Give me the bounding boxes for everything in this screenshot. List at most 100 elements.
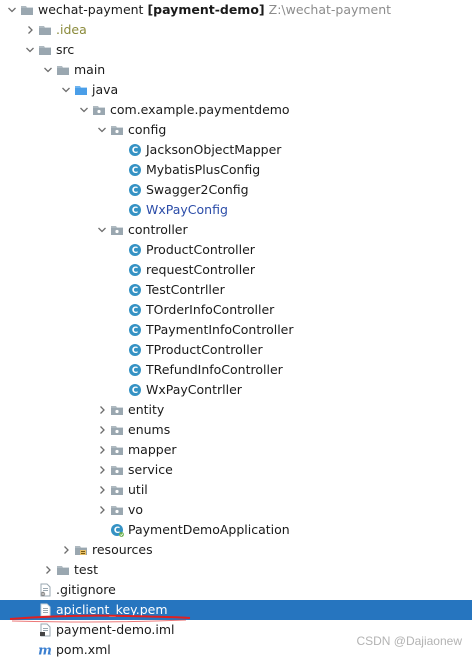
tree-node-label: test: [74, 562, 99, 577]
tree-node-trefundinfocontroller[interactable]: C TRefundInfoController: [0, 360, 472, 380]
package-icon: [92, 103, 106, 117]
spring-boot-class-icon: C: [110, 523, 124, 537]
tree-node-test[interactable]: test: [0, 560, 472, 580]
tree-node-mapper[interactable]: mapper: [0, 440, 472, 460]
chevron-down-icon[interactable]: [6, 0, 18, 20]
tree-node-label: pom.xml: [56, 642, 111, 657]
tree-node-tproductcontroller[interactable]: C TProductController: [0, 340, 472, 360]
tree-node-label: main: [74, 62, 106, 77]
java-class-icon: C: [128, 183, 142, 197]
chevron-down-icon[interactable]: [60, 80, 72, 100]
tree-node-label: WxPayConfig: [146, 202, 228, 217]
tree-node-gitignore[interactable]: .gitignore: [0, 580, 472, 600]
chevron-down-icon[interactable]: [96, 220, 108, 240]
tree-node-label: TProductController: [146, 342, 263, 357]
folder-icon: [56, 63, 70, 77]
tree-node-paymentdemoapplication[interactable]: C PaymentDemoApplication: [0, 520, 472, 540]
tree-node-swagger2config[interactable]: C Swagger2Config: [0, 180, 472, 200]
tree-node-label: resources: [92, 542, 153, 557]
chevron-down-icon[interactable]: [96, 120, 108, 140]
tree-node-label: com.example.paymentdemo: [110, 102, 290, 117]
svg-text:C: C: [132, 386, 138, 396]
tree-node-idea[interactable]: .idea: [0, 20, 472, 40]
tree-node-label: JacksonObjectMapper: [146, 142, 282, 157]
project-root-label: wechat-payment [payment-demo] Z:\wechat-…: [38, 0, 391, 20]
svg-text:m: m: [38, 644, 52, 658]
chevron-right-icon[interactable]: [96, 440, 108, 460]
tree-node-label: mapper: [128, 442, 177, 457]
folder-icon: [38, 23, 52, 37]
java-class-icon: C: [128, 263, 142, 277]
java-class-icon: C: [128, 303, 142, 317]
tree-node-mybatisplusconfig[interactable]: C MybatisPlusConfig: [0, 160, 472, 180]
java-class-icon: C: [128, 343, 142, 357]
tree-node-label: MybatisPlusConfig: [146, 162, 261, 177]
tree-node-vo[interactable]: vo: [0, 500, 472, 520]
chevron-right-icon[interactable]: [96, 460, 108, 480]
svg-text:C: C: [132, 366, 138, 376]
tree-node-entity[interactable]: entity: [0, 400, 472, 420]
chevron-right-icon[interactable]: [96, 420, 108, 440]
tree-node-util[interactable]: util: [0, 480, 472, 500]
svg-text:C: C: [132, 346, 138, 356]
java-class-icon: C: [128, 323, 142, 337]
chevron-right-icon[interactable]: [42, 560, 54, 580]
tree-node-requestcontroller[interactable]: CrequestController: [0, 260, 472, 280]
tree-node-label: Swagger2Config: [146, 182, 249, 197]
svg-text:C: C: [132, 246, 138, 256]
tree-node-service[interactable]: service: [0, 460, 472, 480]
tree-node-wxpayconfig[interactable]: C WxPayConfig: [0, 200, 472, 220]
chevron-down-icon[interactable]: [78, 100, 90, 120]
tree-node-label: requestController: [146, 262, 256, 277]
tree-node-label: TRefundInfoController: [146, 362, 283, 377]
chevron-right-icon[interactable]: [96, 400, 108, 420]
chevron-right-icon[interactable]: [96, 480, 108, 500]
tree-node-label: TOrderInfoController: [146, 302, 275, 317]
tree-node-label: enums: [128, 422, 171, 437]
tree-node-main[interactable]: main: [0, 60, 472, 80]
chevron-right-icon[interactable]: [60, 540, 72, 560]
tree-node-wxpaycontrller[interactable]: C WxPayContrller: [0, 380, 472, 400]
tree-node-productcontroller[interactable]: C ProductController: [0, 240, 472, 260]
package-icon: [110, 483, 124, 497]
tree-node-label: controller: [128, 222, 188, 237]
tree-node-label: WxPayContrller: [146, 382, 242, 397]
tree-node-label: entity: [128, 402, 165, 417]
java-class-icon: C: [128, 163, 142, 177]
tree-node-wechat-payment[interactable]: wechat-payment [payment-demo] Z:\wechat-…: [0, 0, 472, 20]
package-icon: [110, 423, 124, 437]
tree-node-label: ProductController: [146, 242, 255, 257]
red-annotation-underline: [9, 614, 191, 623]
tree-node-tpaymentinfocontroller[interactable]: C TPaymentInfoController: [0, 320, 472, 340]
tree-node-java[interactable]: java: [0, 80, 472, 100]
tree-node-label: config: [128, 122, 167, 137]
tree-node-label: TPaymentInfoController: [146, 322, 294, 337]
tree-node-enums[interactable]: enums: [0, 420, 472, 440]
project-path: Z:\wechat-payment: [268, 2, 392, 17]
gitignore-file-icon: [38, 583, 52, 597]
chevron-down-icon[interactable]: [42, 60, 54, 80]
tree-node-com-example-paymentdemo[interactable]: com.example.paymentdemo: [0, 100, 472, 120]
tree-node-src[interactable]: src: [0, 40, 472, 60]
tree-node-config[interactable]: config: [0, 120, 472, 140]
chevron-right-icon[interactable]: [96, 500, 108, 520]
tree-node-jacksonobjectmapper[interactable]: C JacksonObjectMapper: [0, 140, 472, 160]
svg-text:C: C: [132, 266, 138, 276]
java-class-icon: C: [128, 363, 142, 377]
chevron-right-icon[interactable]: [24, 20, 36, 40]
svg-text:C: C: [132, 306, 138, 316]
tree-node-label: java: [92, 82, 119, 97]
java-class-icon: C: [128, 203, 142, 217]
folder-icon: [38, 43, 52, 57]
module-name: [payment-demo]: [147, 2, 265, 17]
tree-node-torderinfocontroller[interactable]: C TOrderInfoController: [0, 300, 472, 320]
chevron-down-icon[interactable]: [24, 40, 36, 60]
tree-node-resources[interactable]: resources: [0, 540, 472, 560]
source-folder-icon: [74, 83, 88, 97]
tree-node-label: .gitignore: [56, 582, 116, 597]
tree-node-controller[interactable]: controller: [0, 220, 472, 240]
tree-node-label: TestContrller: [146, 282, 225, 297]
package-icon: [110, 403, 124, 417]
tree-node-label: PaymentDemoApplication: [128, 522, 290, 537]
tree-node-testcontrller[interactable]: C TestContrller: [0, 280, 472, 300]
